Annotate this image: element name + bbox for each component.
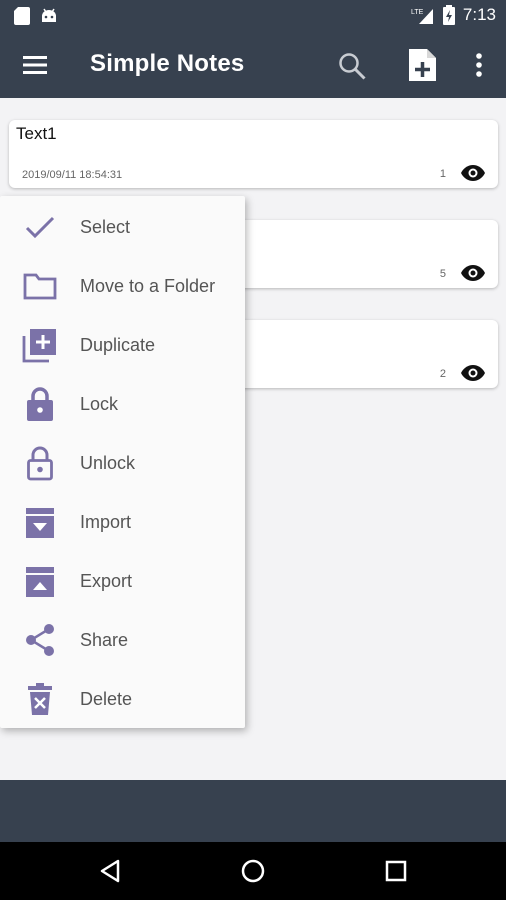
note-count: 2 xyxy=(439,368,446,380)
battery-icon xyxy=(442,5,455,25)
menu-item-label: Unlock xyxy=(80,453,136,473)
signal-icon: LTE xyxy=(411,9,433,24)
lock-icon xyxy=(27,387,53,421)
menu-item-label: Duplicate xyxy=(80,335,156,355)
context-menu: Select Move to a Folder Duplicate Lock U… xyxy=(0,196,245,728)
menu-item-select[interactable]: Select xyxy=(0,197,245,256)
duplicate-icon xyxy=(22,329,56,363)
menu-item-delete[interactable]: Delete xyxy=(0,669,245,728)
more-options-icon[interactable] xyxy=(468,50,490,80)
folder-icon xyxy=(23,273,57,300)
menu-item-duplicate[interactable]: Duplicate xyxy=(0,315,245,374)
network-label: LTE xyxy=(411,9,424,16)
menu-item-label: Delete xyxy=(80,689,133,709)
import-icon xyxy=(26,508,54,538)
bottom-toolbar xyxy=(0,780,506,842)
menu-item-label: Export xyxy=(80,571,133,591)
menu-item-share[interactable]: Share xyxy=(0,610,245,669)
menu-item-lock[interactable]: Lock xyxy=(0,374,245,433)
export-icon xyxy=(26,567,54,597)
menu-item-label: Lock xyxy=(80,394,119,414)
recents-icon[interactable] xyxy=(381,856,411,886)
note-count: 1 xyxy=(439,168,446,180)
system-nav-bar xyxy=(0,842,506,900)
menu-item-move-to-folder[interactable]: Move to a Folder xyxy=(0,256,245,315)
home-icon[interactable] xyxy=(238,856,268,886)
menu-item-unlock[interactable]: Unlock xyxy=(0,433,245,492)
app-bar: Simple Notes xyxy=(0,32,506,98)
share-icon xyxy=(26,624,54,656)
eye-icon[interactable] xyxy=(460,264,486,282)
menu-item-label: Select xyxy=(80,217,131,237)
menu-item-export[interactable]: Export xyxy=(0,551,245,610)
status-bar: LTE 7:13 xyxy=(0,0,506,32)
eye-icon[interactable] xyxy=(460,164,486,182)
menu-item-import[interactable]: Import xyxy=(0,492,245,551)
android-icon xyxy=(42,8,56,22)
search-icon[interactable] xyxy=(336,50,368,82)
hamburger-menu-icon[interactable] xyxy=(20,52,50,78)
new-note-icon[interactable] xyxy=(406,46,438,84)
unlock-icon xyxy=(27,446,53,481)
menu-item-label: Share xyxy=(80,630,129,650)
menu-item-label: Move to a Folder xyxy=(80,276,216,296)
sd-card-icon xyxy=(14,7,30,25)
delete-icon xyxy=(28,683,52,715)
note-card[interactable]: Text1 2019/09/11 18:54:31 1 xyxy=(9,120,498,188)
menu-item-label: Import xyxy=(80,512,132,532)
app-title: Simple Notes xyxy=(90,50,245,77)
note-title: Text1 xyxy=(16,124,57,143)
eye-icon[interactable] xyxy=(460,364,486,382)
note-count: 5 xyxy=(439,268,446,280)
note-date: 2019/09/11 18:54:31 xyxy=(22,169,123,181)
check-icon xyxy=(25,216,55,239)
status-time: 7:13 xyxy=(462,5,496,24)
back-icon[interactable] xyxy=(96,856,126,886)
